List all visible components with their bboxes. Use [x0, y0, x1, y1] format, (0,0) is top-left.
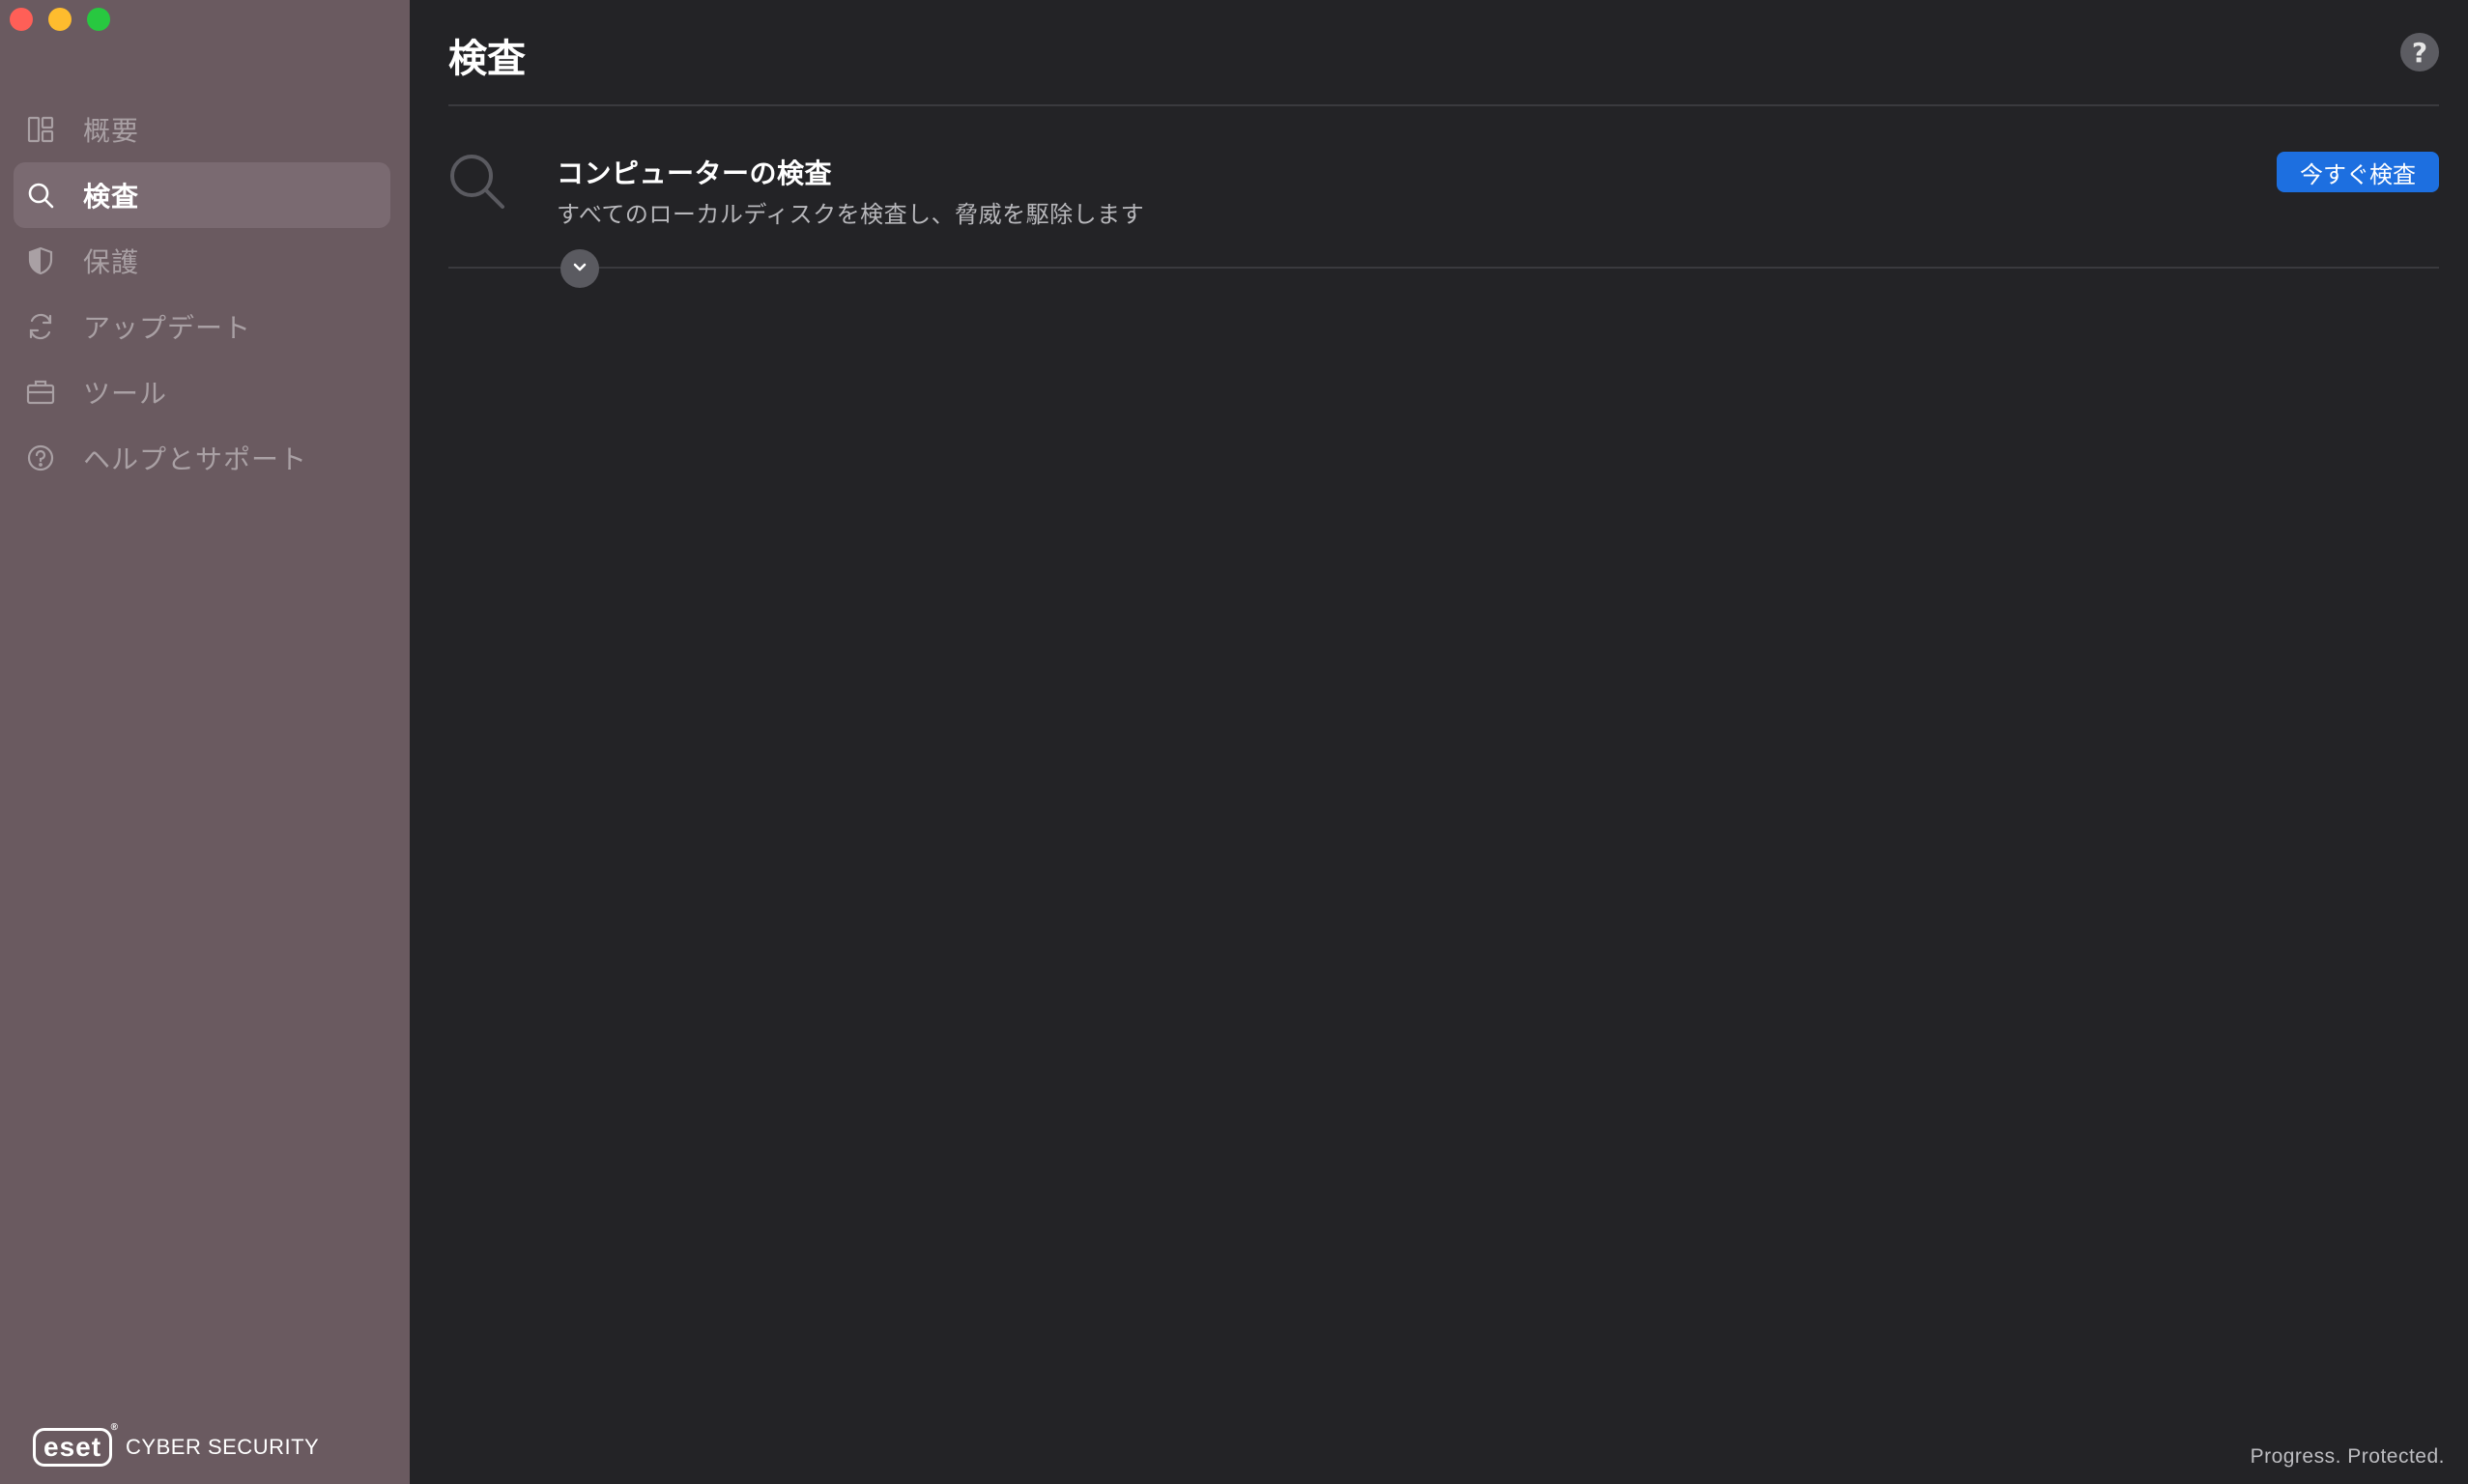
close-window-button[interactable]	[10, 8, 33, 31]
sidebar: 概要 検査 保護 アップデート ツール ヘルプとサポート eset ® CYBE…	[0, 0, 410, 1484]
scan-description: すべてのローカルディスクを検査し、脅威を駆除します	[557, 201, 1145, 228]
help-button[interactable]: ?	[2400, 33, 2439, 71]
page-header: 検査 ?	[448, 0, 2439, 106]
computer-scan-card: コンピューターの検査 すべてのローカルディスクを検査し、脅威を駆除します 今すぐ…	[448, 106, 2439, 288]
sidebar-item-label: 保護	[83, 246, 140, 278]
logo-text: eset	[43, 1432, 102, 1462]
sidebar-item-protection[interactable]: 保護	[14, 228, 390, 294]
sidebar-item-update[interactable]: アップデート	[14, 294, 390, 359]
sidebar-item-label: 検査	[83, 181, 140, 213]
footer-tagline: Progress. Protected.	[2250, 1445, 2445, 1468]
scan-now-button[interactable]: 今すぐ検査	[2277, 152, 2439, 192]
sidebar-item-label: アップデート	[83, 312, 252, 344]
scan-title: コンピューターの検査	[557, 157, 833, 189]
chevron-down-icon	[571, 258, 588, 279]
refresh-icon	[14, 312, 68, 341]
minimize-window-button[interactable]	[48, 8, 72, 31]
registered-mark: ®	[110, 1422, 120, 1433]
product-name: CYBER SECURITY	[126, 1435, 320, 1459]
briefcase-icon	[14, 379, 68, 406]
page-title: 検査	[448, 37, 526, 81]
dashboard-icon	[14, 116, 68, 143]
magnifier-icon	[448, 153, 506, 211]
shield-icon	[14, 246, 68, 275]
sidebar-item-help[interactable]: ヘルプとサポート	[14, 425, 390, 491]
search-icon	[14, 181, 68, 210]
sidebar-item-overview[interactable]: 概要	[14, 97, 390, 162]
sidebar-item-label: ツール	[83, 378, 168, 410]
eset-logo: eset ®	[33, 1423, 118, 1467]
sidebar-item-label: 概要	[83, 115, 140, 147]
sidebar-item-tools[interactable]: ツール	[14, 359, 390, 425]
app-window: 概要 検査 保護 アップデート ツール ヘルプとサポート eset ® CYBE…	[0, 0, 2468, 1484]
expand-button[interactable]	[560, 249, 599, 288]
zoom-window-button[interactable]	[87, 8, 110, 31]
help-circle-icon	[14, 443, 68, 472]
sidebar-item-scan[interactable]: 検査	[14, 162, 390, 228]
window-controls	[10, 8, 110, 31]
sidebar-nav: 概要 検査 保護 アップデート ツール ヘルプとサポート	[14, 97, 390, 491]
sidebar-item-label: ヘルプとサポート	[83, 443, 308, 475]
product-branding: eset ® CYBER SECURITY	[33, 1423, 320, 1467]
main-panel: 検査 ? コンピューターの検査 すべてのローカルディスクを検査し、脅威を駆除しま…	[410, 0, 2468, 1484]
